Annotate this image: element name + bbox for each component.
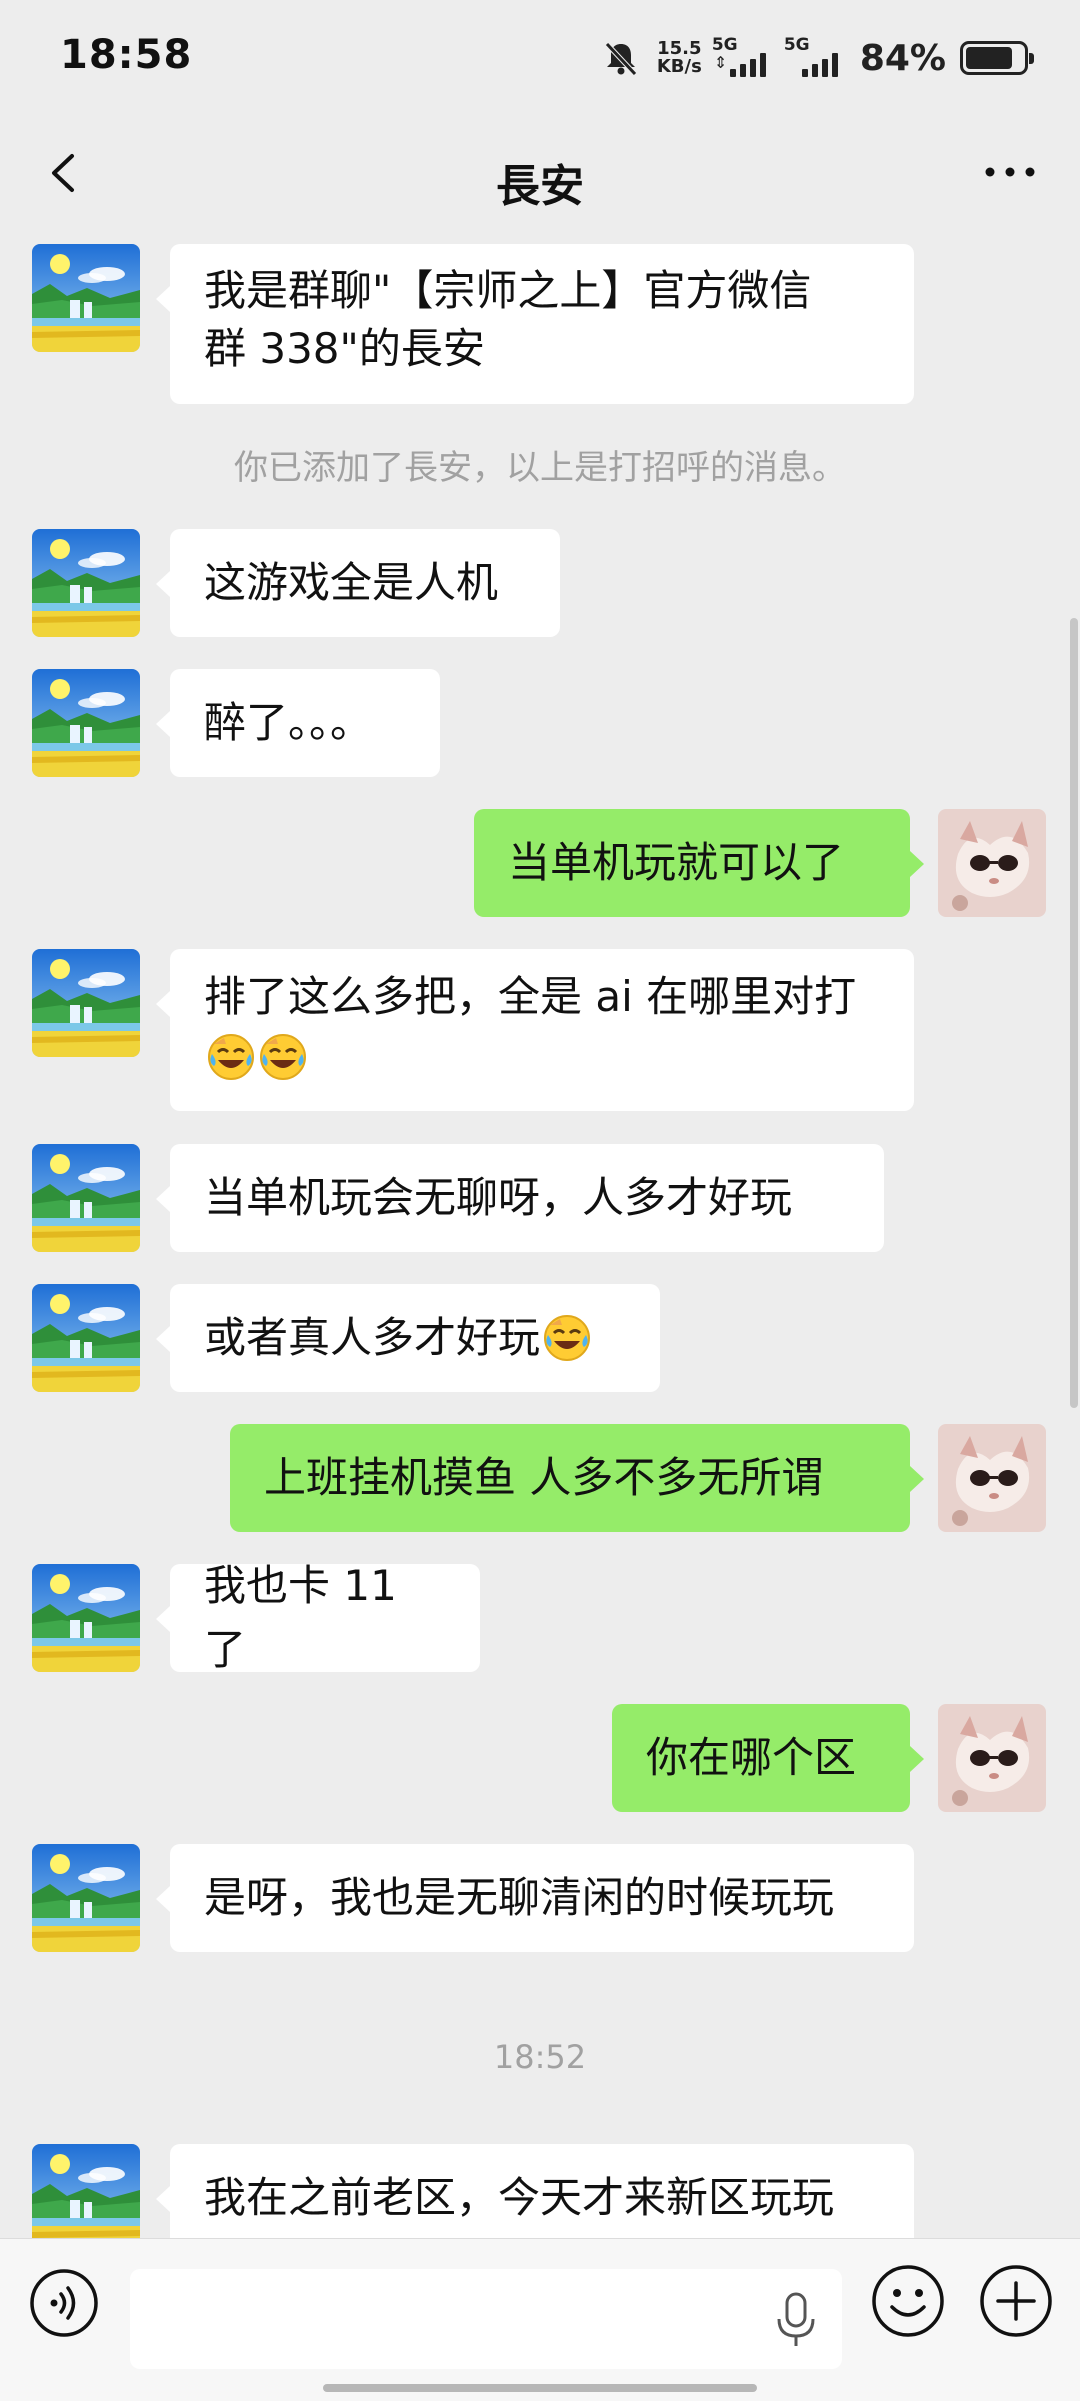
- scrollbar[interactable]: [1070, 618, 1078, 1408]
- message-bubble[interactable]: 这游戏全是人机: [156, 529, 560, 637]
- signal-icon-2: 5G: [784, 35, 846, 79]
- status-bar: 18:58 15.5 KB/s 5G ⇕ 5G 84%: [0, 0, 1080, 110]
- contact-avatar[interactable]: [32, 529, 140, 637]
- chat-title: 長安: [496, 161, 584, 212]
- battery-percent: 84%: [859, 37, 946, 79]
- contact-avatar[interactable]: [32, 244, 140, 352]
- contact-avatar[interactable]: [32, 1564, 140, 1672]
- chat-header: 長安: [0, 110, 1080, 240]
- mic-icon[interactable]: [774, 2291, 818, 2349]
- emoji-row: [204, 1027, 880, 1087]
- contact-avatar[interactable]: [32, 2144, 140, 2238]
- battery-icon: [960, 41, 1034, 75]
- home-indicator[interactable]: [323, 2384, 757, 2392]
- plus-icon[interactable]: [978, 2263, 1054, 2339]
- laugh-cry-emoji-icon: [542, 1313, 592, 1363]
- emoji-icon[interactable]: [870, 2263, 946, 2339]
- message-bubble[interactable]: 我在之前老区，今天才来新区玩玩: [156, 2144, 914, 2238]
- more-icon[interactable]: [980, 152, 1040, 192]
- status-icons: 15.5 KB/s 5G ⇕ 5G 84%: [601, 28, 1034, 88]
- status-time: 18:58: [60, 32, 193, 78]
- message-bubble[interactable]: 醉了。。。: [156, 669, 440, 777]
- message-bubble[interactable]: 是呀，我也是无聊清闲的时候玩玩: [156, 1844, 914, 1952]
- self-avatar[interactable]: [938, 1704, 1046, 1812]
- voice-icon[interactable]: [28, 2267, 100, 2339]
- contact-avatar[interactable]: [32, 1144, 140, 1252]
- message-input[interactable]: [130, 2269, 842, 2369]
- message-timestamp: 18:52: [493, 2038, 587, 2076]
- message-bubble-self[interactable]: 上班挂机摸鱼 人多不多无所谓: [230, 1424, 924, 1532]
- message-bubble[interactable]: 或者真人多才好玩: [156, 1284, 660, 1392]
- system-notice: 你已添加了長安，以上是打招呼的消息。: [234, 448, 846, 488]
- self-avatar[interactable]: [938, 809, 1046, 917]
- message-bubble[interactable]: 我是群聊"【宗师之上】官方微信 群 338"的長安: [156, 244, 914, 404]
- self-avatar[interactable]: [938, 1424, 1046, 1532]
- message-list[interactable]: 我是群聊"【宗师之上】官方微信 群 338"的長安 你已添加了長安，以上是打招呼…: [0, 240, 1080, 2238]
- contact-avatar[interactable]: [32, 669, 140, 777]
- message-bubble-self[interactable]: 你在哪个区: [612, 1704, 924, 1812]
- contact-avatar[interactable]: [32, 1284, 140, 1392]
- contact-avatar[interactable]: [32, 949, 140, 1057]
- message-bubble[interactable]: 当单机玩会无聊呀，人多才好玩: [156, 1144, 884, 1252]
- message-bubble[interactable]: 我也卡 11 了: [156, 1561, 480, 1674]
- message-bubble[interactable]: 排了这么多把，全是 ai 在哪里对打: [156, 949, 914, 1111]
- laugh-cry-emoji-icon: [206, 1032, 256, 1082]
- bell-off-icon: [605, 42, 637, 76]
- contact-avatar[interactable]: [32, 1844, 140, 1952]
- signal-icon: 5G ⇕: [712, 35, 774, 79]
- input-bar: [0, 2238, 1080, 2401]
- net-speed: 15.5 KB/s: [656, 38, 702, 77]
- message-bubble-self[interactable]: 当单机玩就可以了: [474, 809, 924, 917]
- laugh-cry-emoji-icon: [258, 1032, 308, 1082]
